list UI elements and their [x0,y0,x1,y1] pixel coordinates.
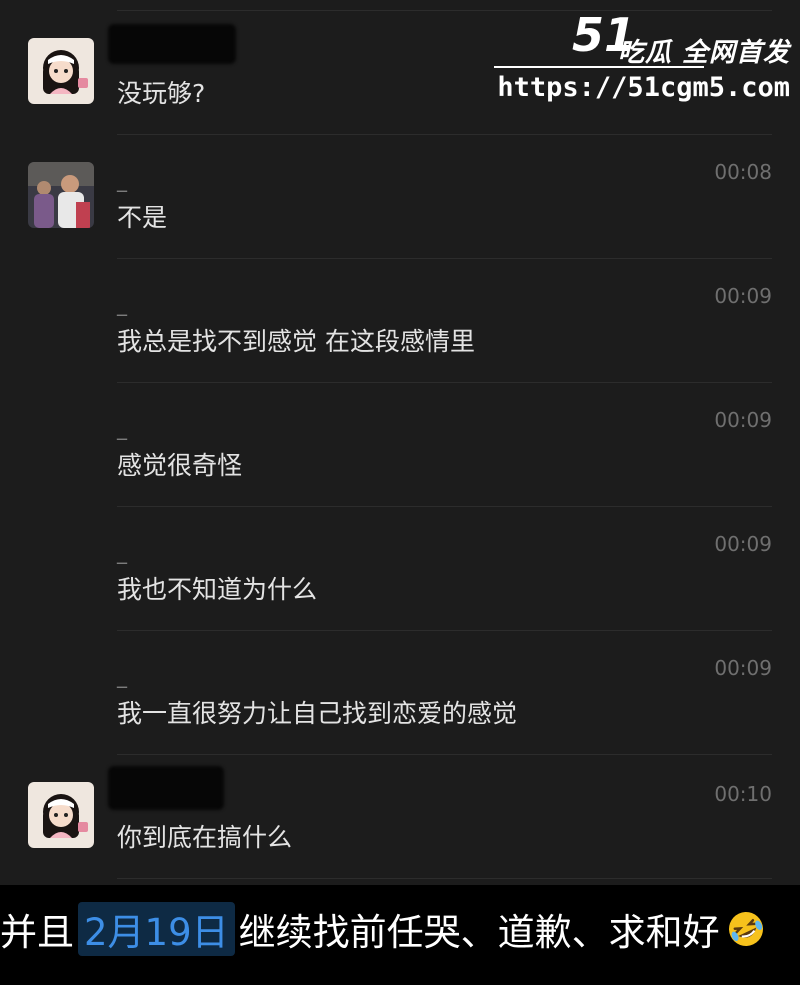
divider [117,258,772,259]
sender-name: _ [117,540,127,564]
watermark-title: 吃瓜 全网首发 [617,38,790,68]
message-time: 00:10 [714,782,772,806]
message-time: 00:08 [714,160,772,184]
message-time: 00:09 [714,532,772,556]
message-time: 00:09 [714,408,772,432]
message-text: 我总是找不到感觉 在这段感情里 [117,327,475,356]
rolling-laughing-emoji-icon [726,909,766,949]
watermark-url: https://51cgm5.com [497,72,790,103]
message-text: 感觉很奇怪 [117,451,243,480]
caption-bar: 并且 2月19日 继续找前任哭、道歉、求和好 [0,885,800,985]
divider [117,382,772,383]
caption-after: 继续找前任哭、道歉、求和好 [238,911,720,954]
divider [117,506,772,507]
sender-name: _ [117,292,127,316]
chat-log: 没玩够? _ 00:08 不是 _ 00:09 我总是找不到感觉 在这段感情里 … [0,0,800,885]
message-time: 00:09 [714,284,772,308]
divider [117,754,772,755]
redacted-name [108,24,236,64]
message-text: 没玩够? [117,79,206,108]
message-text: 你到底在搞什么 [117,823,293,852]
message-text: 我也不知道为什么 [117,575,318,604]
watermark: 51 吃瓜 全网首发 https://51cgm5.com [494,8,794,108]
divider [117,134,772,135]
message-text: 不是 [117,203,168,232]
sender-name: _ [117,664,127,688]
caption-text: 并且 2月19日 继续找前任哭、道歉、求和好 [0,902,766,956]
message-text: 我一直很努力让自己找到恋爱的感觉 [117,699,518,728]
girl-avatar-icon[interactable] [28,38,94,104]
sender-name: _ [117,168,127,192]
girl-avatar-icon[interactable] [28,782,94,848]
photo-avatar-icon[interactable] [28,162,94,228]
divider [117,878,772,879]
message-time: 00:09 [714,656,772,680]
sender-name: _ [117,416,127,440]
caption-before: 并且 [0,911,74,954]
watermark-line [494,66,704,68]
caption-date: 2月19日 [78,902,235,956]
divider [117,630,772,631]
redacted-name [108,766,224,810]
